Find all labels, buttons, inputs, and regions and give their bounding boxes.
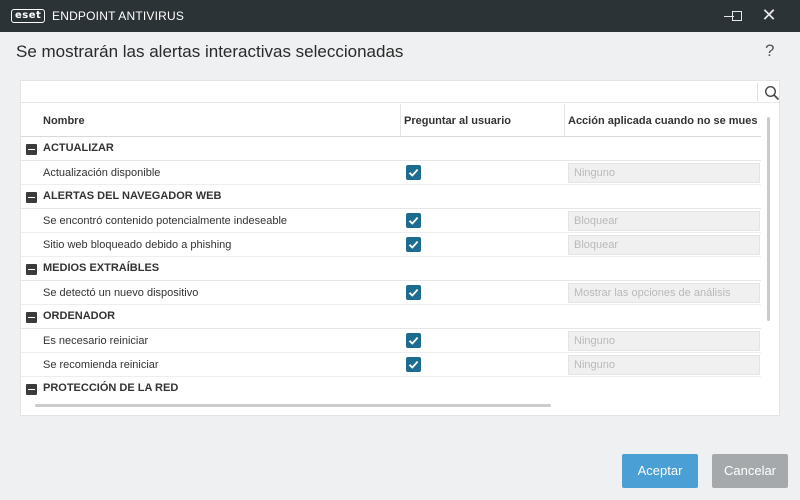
maximize-icon [732,11,742,21]
action-select-value: Ninguno [574,359,615,371]
alert-name: Actualización disponible [43,167,161,179]
ask-user-checkbox[interactable] [406,357,421,372]
group-name: MEDIOS EXTRAÍBLES [43,262,160,274]
checkmark-icon [408,216,419,225]
dialog-heading: Se mostrarán las alertas interactivas se… [16,42,404,61]
checkmark-icon [408,168,419,177]
table-row[interactable]: Se recomienda reiniciar Ninguno [21,353,761,377]
action-select[interactable]: Bloquear [568,235,760,255]
checkmark-icon [408,240,419,249]
group-row[interactable]: ACTUALIZAR [21,137,761,161]
search-bar[interactable] [21,81,780,103]
table-row[interactable]: Se encontró contenido potencialmente ind… [21,209,761,233]
column-divider[interactable] [564,104,565,137]
eset-logo: eset [11,9,46,23]
horizontal-scrollbar[interactable] [35,404,551,407]
action-select[interactable]: Mostrar las opciones de análisis [568,283,760,303]
group-name: ALERTAS DEL NAVEGADOR WEB [43,190,222,202]
ask-user-checkbox[interactable] [406,333,421,348]
action-select[interactable]: Ninguno [568,331,760,351]
action-select-value: Mostrar las opciones de análisis [574,287,731,299]
group-row[interactable]: ORDENADOR [21,305,761,329]
action-select-value: Bloquear [574,239,619,251]
collapse-icon[interactable] [26,192,37,203]
alert-name: Sitio web bloqueado debido a phishing [43,239,232,251]
collapse-icon[interactable] [26,264,37,275]
column-header-ask[interactable]: Preguntar al usuario [404,115,511,127]
table-row[interactable]: Es necesario reiniciar Ninguno [21,329,761,353]
search-separator [757,83,758,101]
alert-name: Se encontró contenido potencialmente ind… [43,215,288,227]
column-header-name[interactable]: Nombre [43,115,85,127]
action-select[interactable]: Ninguno [568,355,760,375]
table-row[interactable]: Sitio web bloqueado debido a phishing Blo… [21,233,761,257]
action-select-value: Ninguno [574,167,615,179]
ask-user-checkbox[interactable] [406,285,421,300]
app-title: ENDPOINT ANTIVIRUS [52,9,185,23]
checkmark-icon [408,336,419,345]
group-name: ORDENADOR [43,310,116,322]
help-icon[interactable]: ? [765,41,774,61]
alerts-panel: Nombre Preguntar al usuario Acción aplic… [20,80,780,416]
group-row[interactable]: MEDIOS EXTRAÍBLES [21,257,761,281]
close-button[interactable]: ✕ [752,0,786,32]
alert-name: Se recomienda reiniciar [43,359,159,371]
action-select[interactable]: Ninguno [568,163,760,183]
vertical-scrollbar[interactable] [767,117,770,321]
checkmark-icon [408,288,419,297]
action-select[interactable]: Bloquear [568,211,760,231]
alert-name: Es necesario reiniciar [43,335,149,347]
ask-user-checkbox[interactable] [406,165,421,180]
ask-user-checkbox[interactable] [406,213,421,228]
collapse-icon[interactable] [26,144,37,155]
table-row[interactable]: Actualización disponible Ninguno [21,161,761,185]
alert-name: Se detectó un nuevo dispositivo [43,287,199,299]
group-row[interactable]: PROTECCIÓN DE LA RED [21,377,761,395]
title-bar: eset ENDPOINT ANTIVIRUS ✕ [0,0,800,32]
group-name: PROTECCIÓN DE LA RED [43,382,179,394]
maximize-button[interactable] [720,0,754,32]
collapse-icon[interactable] [26,384,37,395]
search-icon[interactable] [764,85,780,101]
action-select-value: Bloquear [574,215,619,227]
group-name: ACTUALIZAR [43,142,114,154]
group-row[interactable]: ALERTAS DEL NAVEGADOR WEB [21,185,761,209]
column-divider[interactable] [400,104,401,137]
column-header-action[interactable]: Acción aplicada cuando no se mues [568,115,758,127]
close-icon: ✕ [761,5,777,26]
checkmark-icon [408,360,419,369]
table-header: Nombre Preguntar al usuario Acción aplic… [21,104,761,137]
table-row[interactable]: Se detectó un nuevo dispositivo Mostrar l… [21,281,761,305]
alerts-table-body: ACTUALIZAR Actualización disponible Ningun… [21,137,761,395]
accept-button[interactable]: Aceptar [622,454,698,488]
cancel-button[interactable]: Cancelar [712,454,788,488]
collapse-icon[interactable] [26,312,37,323]
ask-user-checkbox[interactable] [406,237,421,252]
action-select-value: Ninguno [574,335,615,347]
